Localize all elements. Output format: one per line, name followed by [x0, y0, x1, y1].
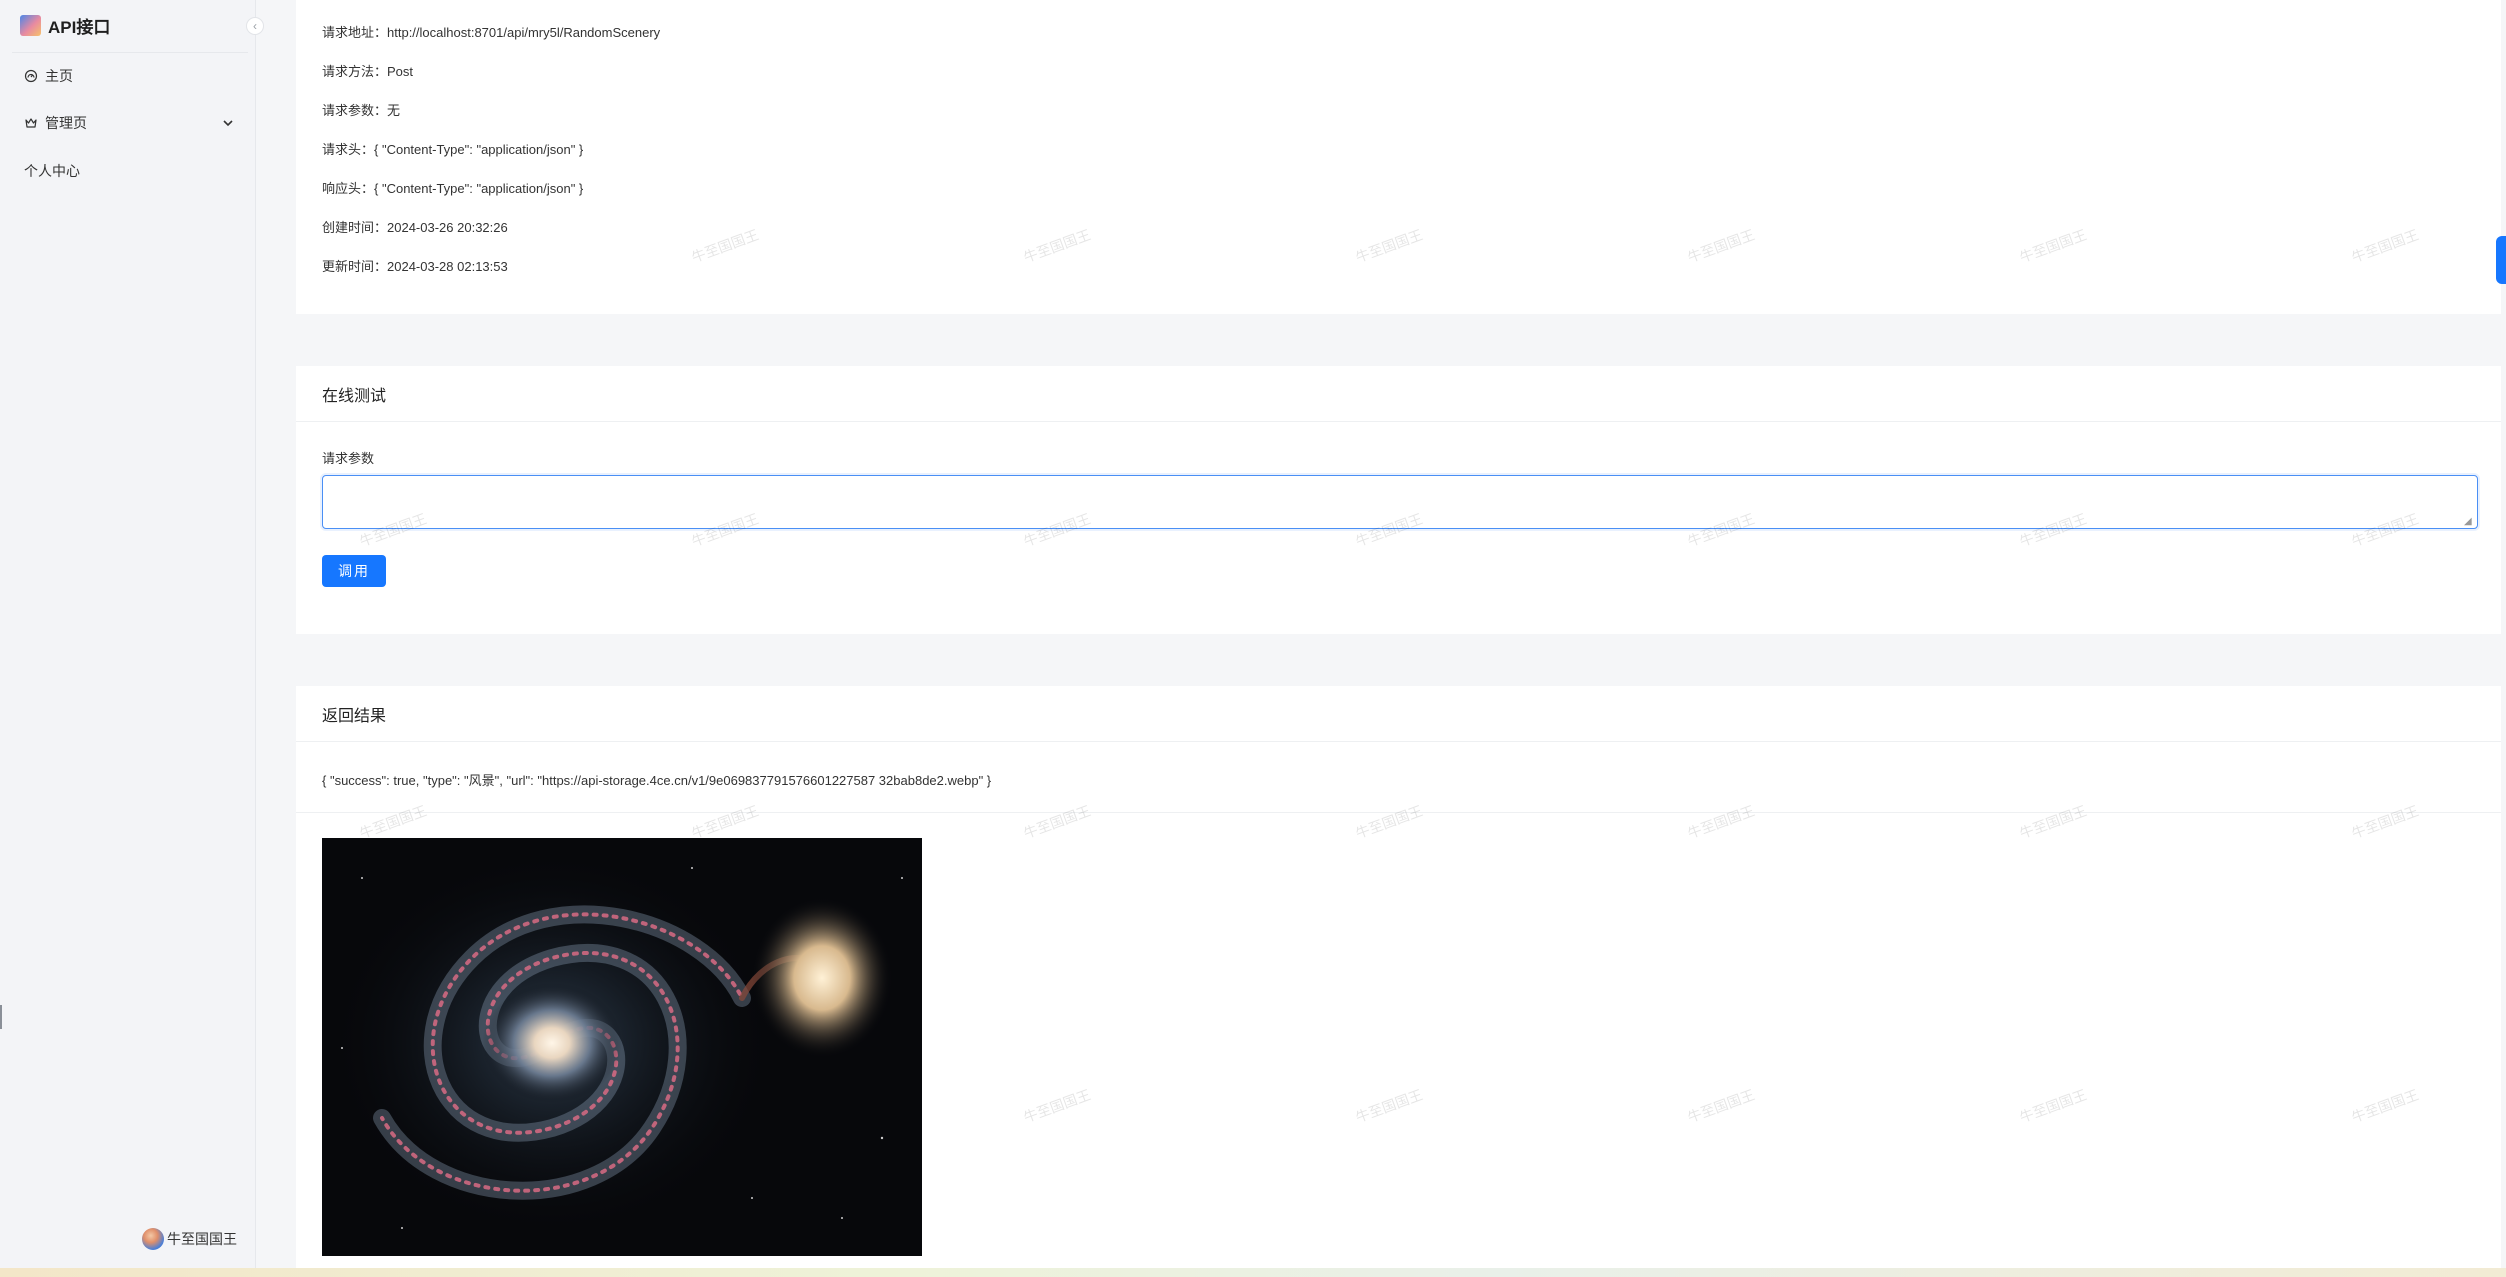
bottom-strip [0, 1268, 2506, 1277]
app-title: API接口 [48, 17, 111, 37]
sidebar-item-label: 主页 [45, 68, 73, 84]
card-header: 返回结果 [296, 686, 2501, 742]
user-menu[interactable]: 牛至国国王 [142, 1228, 237, 1250]
info-row-request-header: 请求头：{ "Content-Type": "application/json"… [322, 139, 583, 158]
sidebar-item-label: 管理页 [45, 115, 87, 131]
sidebar-item-label: 个人中心 [24, 163, 80, 179]
api-info-card: 请求地址：http://localhost:8701/api/mry5l/Ran… [296, 0, 2501, 314]
info-value: 2024-03-26 20:32:26 [387, 220, 508, 235]
card-title: 返回结果 [322, 707, 387, 725]
info-value: { "Content-Type": "application/json" } [374, 142, 584, 157]
result-json-text: { "success": true, "type": "风景", "url": … [322, 773, 992, 788]
info-key: 响应头： [322, 181, 375, 196]
info-key: 更新时间： [322, 259, 388, 274]
info-value: 2024-03-28 02:13:53 [387, 259, 508, 274]
info-value: Post [387, 64, 414, 79]
chevron-down-icon [222, 116, 234, 130]
call-button[interactable]: 调用 [322, 555, 386, 587]
info-row-response-header: 响应头：{ "Content-Type": "application/json"… [322, 178, 583, 197]
divider [296, 812, 2501, 813]
info-row-params: 请求参数：无 [322, 100, 400, 119]
request-params-input[interactable] [322, 475, 2478, 529]
info-value: { "Content-Type": "application/json" } [374, 181, 584, 196]
collapse-sidebar-button[interactable]: ‹ [246, 17, 264, 35]
info-row-method: 请求方法：Post [322, 61, 413, 80]
avatar [142, 1228, 164, 1250]
sidebar: API接口 主页 管理页 个人中心 牛至国国王 [0, 0, 256, 1277]
info-row-created: 创建时间：2024-03-26 20:32:26 [322, 217, 508, 236]
app-brand[interactable]: API接口 [20, 12, 110, 38]
info-row-updated: 更新时间：2024-03-28 02:13:53 [322, 256, 508, 275]
info-key: 请求地址： [322, 25, 388, 40]
dashboard-icon [24, 69, 38, 83]
chevron-left-icon: ‹ [253, 19, 257, 33]
resize-handle-icon[interactable]: ◢ [2464, 517, 2474, 527]
info-key: 创建时间： [322, 220, 388, 235]
info-value: 无 [387, 103, 401, 118]
info-row-url: 请求地址：http://localhost:8701/api/mry5l/Ran… [322, 22, 660, 41]
floating-side-tab[interactable] [2496, 236, 2506, 284]
sidebar-item-home[interactable]: 主页 [0, 58, 256, 94]
app-logo [20, 14, 41, 36]
card-title: 在线测试 [322, 387, 387, 405]
sidebar-item-admin[interactable]: 管理页 [0, 105, 256, 141]
info-key: 请求方法： [322, 64, 388, 79]
user-name: 牛至国国王 [167, 1231, 237, 1247]
result-card: 返回结果 { "success": true, "type": "风景", "u… [296, 686, 2501, 1277]
crown-icon [24, 116, 38, 130]
card-header: 在线测试 [296, 366, 2501, 422]
result-image [322, 838, 922, 1256]
sidebar-item-profile[interactable]: 个人中心 [0, 153, 256, 189]
param-label: 请求参数 [322, 451, 375, 466]
brand-divider [12, 52, 248, 53]
info-key: 请求参数： [322, 103, 388, 118]
info-value: http://localhost:8701/api/mry5l/RandomSc… [387, 25, 661, 40]
online-test-card: 在线测试 请求参数 ◢ 调用 [296, 366, 2501, 634]
info-key: 请求头： [322, 142, 375, 157]
edge-handle [0, 1005, 2, 1029]
